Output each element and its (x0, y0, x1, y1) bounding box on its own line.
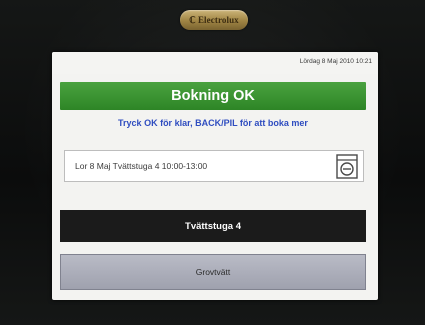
confirmation-header: Bokning OK (60, 82, 366, 110)
washing-machine-icon (336, 154, 358, 179)
kiosk-frame: ℂ Electrolux Lördag 8 Maj 2010 10:21 Bok… (0, 0, 425, 325)
logo-text: ℂ Electrolux (189, 14, 239, 25)
status-bar: Lördag 8 Maj 2010 10:21 (52, 52, 378, 74)
booking-summary-row: Lor 8 Maj Tvättstuga 4 10:00-13:00 (64, 150, 364, 182)
room-button-tvattstuga-4[interactable]: Tvättstuga 4 (60, 210, 366, 242)
room-button-label: Tvättstuga 4 (185, 220, 241, 232)
confirmation-title: Bokning OK (171, 88, 255, 104)
touch-screen: Lördag 8 Maj 2010 10:21 Bokning OK Tryck… (52, 52, 378, 300)
booking-summary-text: Lor 8 Maj Tvättstuga 4 10:00-13:00 (75, 161, 208, 171)
electrolux-logo: ℂ Electrolux (180, 10, 248, 30)
instruction-text: Tryck OK för klar, BACK/PIL för att boka… (118, 118, 308, 128)
option-button-grovtvatt[interactable]: Grovtvätt (60, 254, 366, 290)
status-datetime: Lördag 8 Maj 2010 10:21 (299, 58, 372, 65)
option-button-label: Grovtvätt (195, 267, 231, 277)
